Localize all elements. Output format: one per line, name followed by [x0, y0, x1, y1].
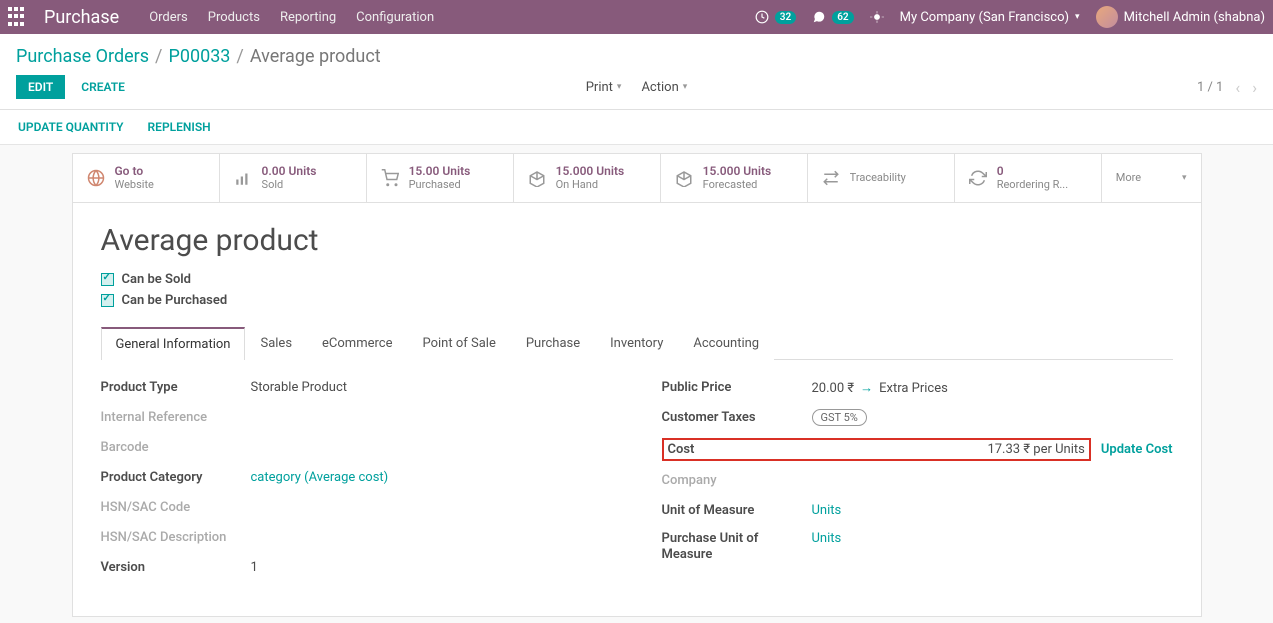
label-purchase-uom: Purchase Unit of Measure	[662, 531, 812, 565]
user-name: Mitchell Admin (shabna)	[1124, 10, 1265, 25]
cost-highlight: Cost 17.33 per Units	[662, 438, 1091, 461]
value-version: 1	[251, 560, 258, 575]
extra-prices-link[interactable]: Extra Prices	[879, 381, 948, 396]
user-menu[interactable]: Mitchell Admin (shabna)	[1096, 6, 1265, 28]
stat-purchased[interactable]: 15.00 UnitsPurchased	[367, 154, 514, 202]
product-title: Average product	[101, 223, 1173, 258]
debug-button[interactable]	[870, 10, 884, 24]
can-be-purchased-check[interactable]: Can be Purchased	[101, 293, 1173, 308]
nav-reporting[interactable]: Reporting	[280, 10, 336, 25]
stat-website[interactable]: Go toWebsite	[73, 154, 220, 202]
clock-icon	[755, 10, 769, 24]
form-right-column: Public Price 20.00→Extra Prices Customer…	[662, 378, 1173, 588]
nav-orders[interactable]: Orders	[149, 10, 188, 25]
stat-reordering[interactable]: 0Reordering R...	[955, 154, 1102, 202]
secondary-actions: UPDATE QUANTITY REPLENISH	[0, 110, 1273, 145]
tab-ecommerce[interactable]: eCommerce	[307, 327, 407, 360]
value-category[interactable]: category (Average cost)	[251, 470, 389, 485]
replenish-link[interactable]: REPLENISH	[148, 120, 211, 134]
pager: 1 / 1 ‹ ›	[1197, 78, 1257, 97]
form-sheet: Go toWebsite 0.00 UnitsSold 15.00 UnitsP…	[72, 153, 1202, 617]
chat-icon	[812, 10, 826, 24]
nav-products[interactable]: Products	[208, 10, 260, 25]
tab-sales[interactable]: Sales	[245, 327, 307, 360]
pager-next[interactable]: ›	[1252, 78, 1257, 97]
tabs: General Information Sales eCommerce Poin…	[101, 326, 1173, 360]
label-internal-ref: Internal Reference	[101, 410, 251, 425]
boxes-icon	[528, 169, 546, 187]
messages-button[interactable]: 62	[812, 10, 853, 24]
control-panel: Purchase Orders / P00033 / Average produ…	[0, 34, 1273, 110]
value-public-price: 20.00→Extra Prices	[812, 380, 948, 396]
boxes-icon	[675, 169, 693, 187]
tab-accounting[interactable]: Accounting	[678, 327, 774, 360]
label-version: Version	[101, 560, 251, 575]
tab-general-information[interactable]: General Information	[101, 327, 246, 360]
stat-bar: Go toWebsite 0.00 UnitsSold 15.00 UnitsP…	[73, 154, 1201, 203]
globe-icon	[87, 169, 105, 187]
checkbox-icon	[101, 294, 114, 307]
label-company: Company	[662, 473, 812, 488]
can-be-sold-check[interactable]: Can be Sold	[101, 272, 1173, 287]
top-navbar: Purchase Orders Products Reporting Confi…	[0, 0, 1273, 34]
label-hsn: HSN/SAC Code	[101, 500, 251, 515]
stat-traceability[interactable]: Traceability	[808, 154, 955, 202]
update-cost-link[interactable]: Update Cost	[1101, 442, 1173, 457]
stat-forecasted[interactable]: 15.000 UnitsForecasted	[661, 154, 808, 202]
bug-icon	[870, 10, 884, 24]
label-public-price: Public Price	[662, 380, 812, 395]
value-purchase-uom[interactable]: Units	[812, 531, 842, 546]
label-category: Product Category	[101, 470, 251, 485]
breadcrumb: Purchase Orders / P00033 / Average produ…	[0, 34, 1273, 75]
app-name[interactable]: Purchase	[44, 7, 119, 28]
refresh-icon	[969, 169, 987, 187]
action-dropdown[interactable]: Action	[641, 80, 687, 95]
breadcrumb-parent[interactable]: P00033	[168, 46, 230, 67]
pager-text: 1 / 1	[1197, 80, 1223, 95]
company-name: My Company (San Francisco)	[900, 10, 1069, 25]
label-hsn-desc: HSN/SAC Description	[101, 530, 251, 545]
print-dropdown[interactable]: Print	[586, 80, 622, 95]
stat-sold[interactable]: 0.00 UnitsSold	[220, 154, 367, 202]
pager-prev[interactable]: ‹	[1235, 78, 1240, 97]
arrow-right-icon: →	[860, 381, 873, 396]
form-left-column: Product Type Storable Product Internal R…	[101, 378, 612, 588]
label-customer-taxes: Customer Taxes	[662, 410, 812, 425]
tab-pos[interactable]: Point of Sale	[407, 327, 510, 360]
tab-purchase[interactable]: Purchase	[511, 327, 595, 360]
activity-badge: 32	[775, 11, 796, 24]
activity-button[interactable]: 32	[755, 10, 796, 24]
value-product-type: Storable Product	[251, 380, 348, 395]
value-cost: 17.33 per Units	[987, 442, 1084, 457]
create-button[interactable]: CREATE	[81, 80, 125, 94]
label-barcode: Barcode	[101, 440, 251, 455]
label-cost: Cost	[668, 442, 812, 457]
breadcrumb-current: Average product	[250, 46, 381, 67]
update-quantity-link[interactable]: UPDATE QUANTITY	[18, 120, 124, 134]
company-switcher[interactable]: My Company (San Francisco) ▾	[900, 10, 1080, 25]
stat-more[interactable]: More	[1102, 154, 1201, 202]
value-uom[interactable]: Units	[812, 503, 842, 518]
tax-tag[interactable]: GST 5%	[812, 409, 867, 426]
checkbox-icon	[101, 273, 114, 286]
nav-menu: Orders Products Reporting Configuration	[149, 10, 434, 25]
breadcrumb-root[interactable]: Purchase Orders	[16, 46, 149, 67]
edit-button[interactable]: EDIT	[16, 75, 65, 99]
tab-inventory[interactable]: Inventory	[595, 327, 678, 360]
label-uom: Unit of Measure	[662, 503, 812, 518]
bars-icon	[234, 169, 252, 187]
stat-onhand[interactable]: 15.000 UnitsOn Hand	[514, 154, 661, 202]
avatar	[1096, 6, 1118, 28]
nav-configuration[interactable]: Configuration	[356, 10, 434, 25]
label-product-type: Product Type	[101, 380, 251, 395]
apps-icon[interactable]	[8, 7, 28, 27]
exchange-icon	[822, 169, 840, 187]
messages-badge: 62	[832, 11, 853, 24]
cart-icon	[381, 169, 399, 187]
